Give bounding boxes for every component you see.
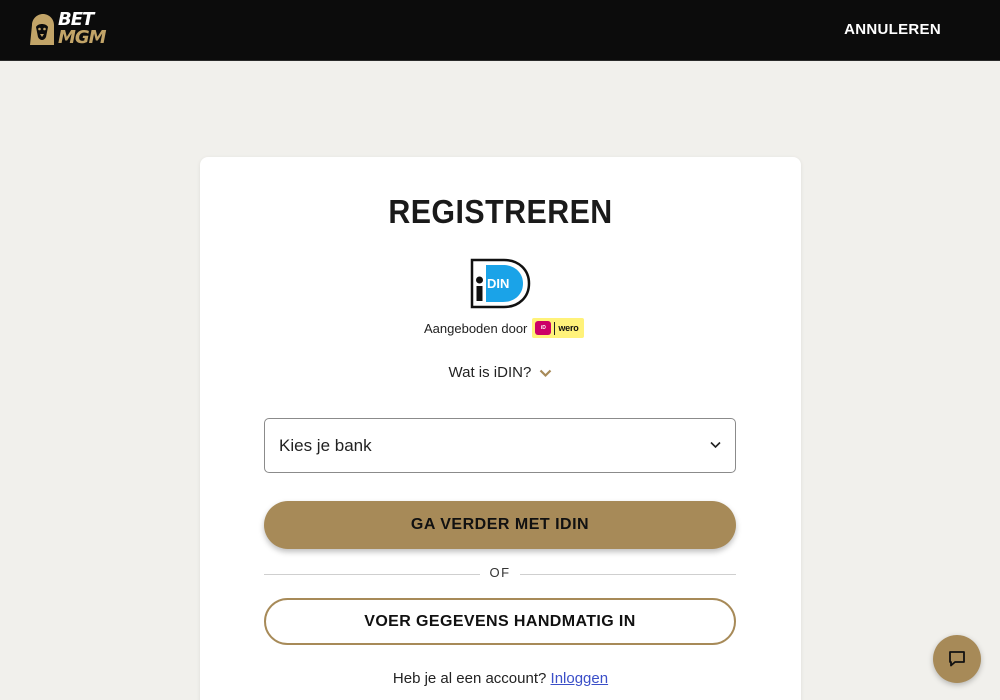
login-link[interactable]: Inloggen (551, 670, 609, 687)
betmgm-logo[interactable]: BET MGM (26, 10, 108, 50)
bank-select-dropdown[interactable]: Kies je bank (264, 418, 736, 473)
page-title: REGISTREREN (388, 193, 613, 230)
idin-logo-text: DIN (487, 276, 509, 291)
offered-by-label: Aangeboden door (424, 320, 528, 336)
top-navigation-bar: BET MGM ANNULEREN (0, 0, 1000, 61)
what-is-idin-toggle[interactable]: Wat is iDIN? (200, 364, 801, 381)
idin-logo-icon: DIN (470, 258, 531, 309)
offered-by-row: Aangeboden door iD wero (424, 318, 585, 338)
divider-line-right (520, 574, 736, 575)
wero-wordmark: wero (558, 323, 579, 333)
ideal-wero-badge: iD wero (532, 318, 585, 338)
or-label: OF (489, 565, 511, 580)
chat-button[interactable] (933, 635, 981, 683)
chevron-down-icon (710, 441, 721, 449)
chevron-down-icon (540, 369, 552, 377)
have-account-text: Heb je al een account? (392, 670, 547, 687)
what-is-idin-label: Wat is iDIN? (448, 364, 532, 381)
logo-text-mgm: MGM (58, 27, 107, 48)
registration-card: REGISTREREN DIN Aangeboden door iD wero … (200, 157, 801, 700)
badge-separator (554, 321, 556, 335)
have-account-row: Heb je al een account? Inloggen (200, 670, 801, 687)
cancel-link[interactable]: ANNULEREN (844, 21, 941, 38)
manual-entry-button[interactable]: VOER GEGEVENS HANDMATIG IN (264, 598, 736, 645)
continue-with-idin-button[interactable]: GA VERDER MET IDIN (264, 501, 736, 549)
ideal-icon: iD (535, 321, 552, 335)
logo-wordmark: BET MGM (58, 11, 107, 48)
bank-select-value: Kies je bank (279, 436, 372, 455)
lion-icon (30, 14, 54, 45)
or-divider: OF (264, 565, 736, 583)
chat-icon (949, 651, 965, 667)
